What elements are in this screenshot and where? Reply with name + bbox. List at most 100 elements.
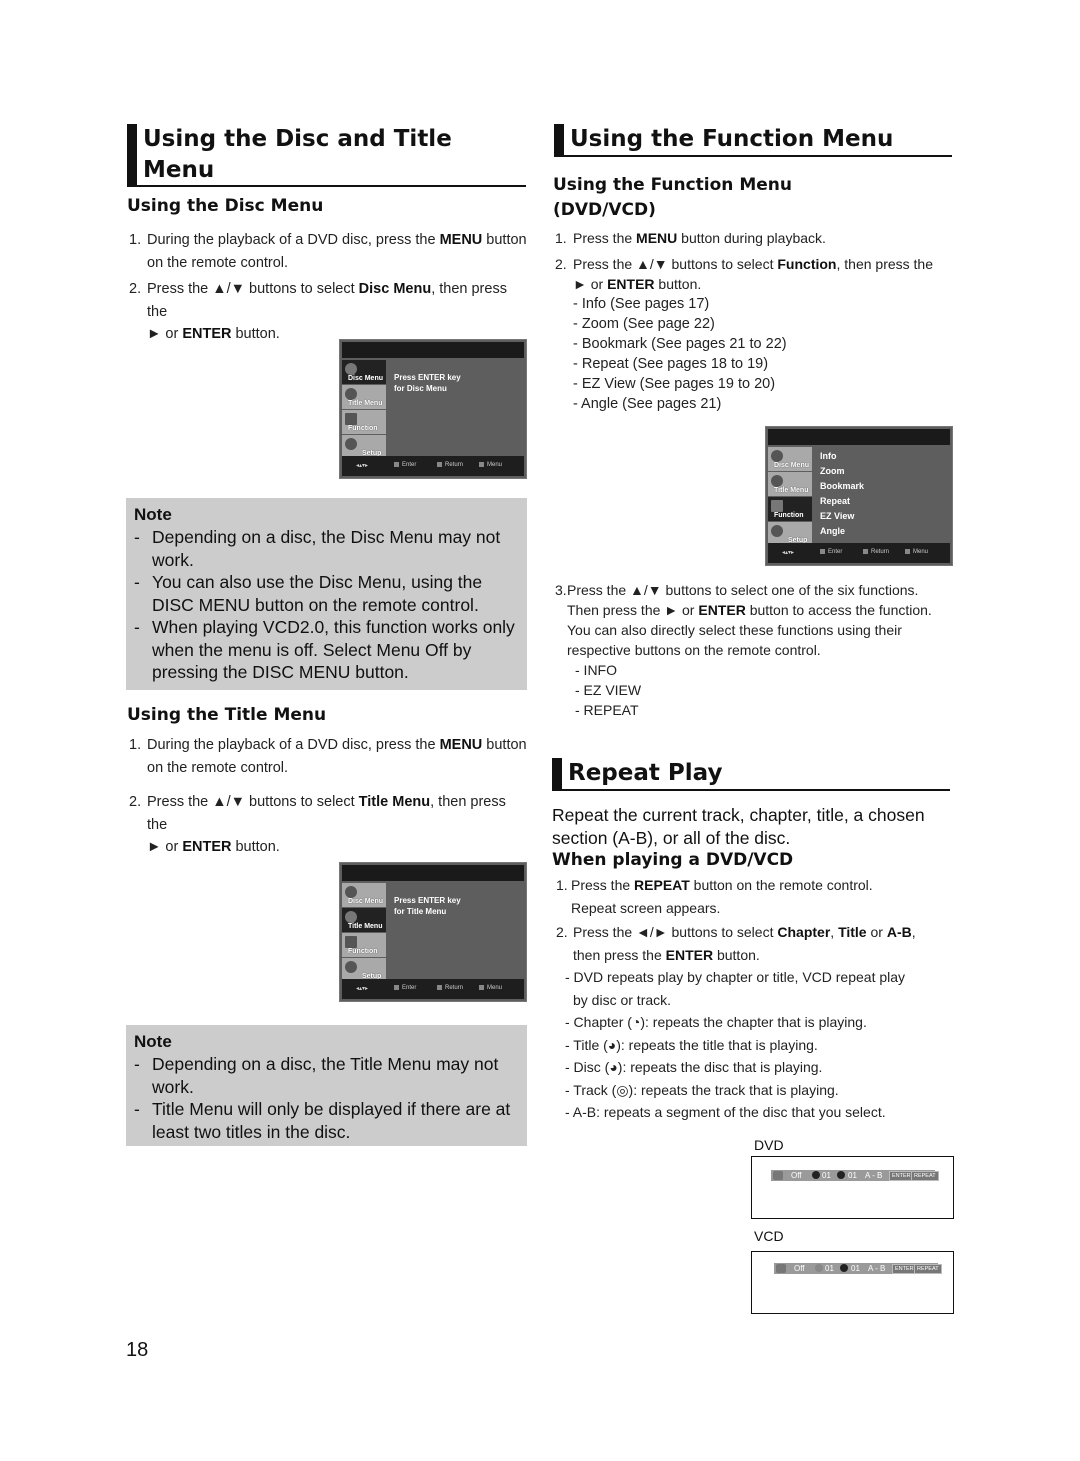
- footer-return: Return: [863, 549, 889, 555]
- osd-title-menu-screen: Disc Menu Title Menu Function Setup Pres…: [339, 862, 527, 1002]
- osd-function-list: Info Zoom Bookmark Repeat EZ View Angle: [820, 449, 864, 539]
- bullet-item: - DVD repeats play by chapter or title, …: [565, 969, 906, 985]
- osd-tab-title-menu[interactable]: Title Menu: [342, 908, 386, 932]
- osd-message-line: Press ENTER key: [394, 896, 461, 905]
- osd-tab-disc-menu[interactable]: Disc Menu: [342, 883, 386, 907]
- title-line-1: Using the Disc and Title: [143, 126, 452, 152]
- footer-label: Return: [871, 549, 890, 556]
- osd-item-ez-view[interactable]: EZ View: [820, 509, 864, 524]
- gear-icon: [345, 961, 357, 973]
- heading-bar: [554, 124, 564, 155]
- step-number: 1.: [555, 230, 567, 246]
- dvd-label: DVD: [754, 1137, 784, 1153]
- note-disc-menu: Note - Depending on a disc, the Disc Menu…: [126, 498, 527, 690]
- repeat-button[interactable]: REPEAT: [911, 1171, 939, 1181]
- step-text: or: [866, 924, 887, 940]
- osd-item-angle[interactable]: Angle: [820, 524, 864, 539]
- tab-label: Disc Menu: [774, 462, 810, 469]
- function-list-item: - Bookmark (See pages 21 to 22): [573, 335, 787, 352]
- osd-tab-function[interactable]: Function: [342, 410, 386, 434]
- repeat-chapter-option[interactable]: 01: [822, 1170, 831, 1181]
- step-text: ,: [911, 924, 916, 940]
- step-text: During the playback of a DVD disc, press…: [147, 232, 440, 248]
- osd-function-menu-screen: Disc Menu Title Menu Function Setup Info…: [765, 426, 953, 566]
- enter-button[interactable]: ENTER: [892, 1264, 917, 1274]
- footer-enter: Enter: [394, 462, 416, 468]
- enter-button[interactable]: ENTER: [889, 1171, 914, 1181]
- repeat-a-b-option[interactable]: A - B: [865, 1170, 882, 1181]
- nav-arrows-icon: ◂▴▾▸: [356, 986, 369, 992]
- repeat-a-b-option[interactable]: A - B: [868, 1263, 885, 1274]
- direct-button-item: - INFO: [575, 662, 617, 678]
- step-text: Then press the ► or: [567, 602, 699, 618]
- osd-tab-function[interactable]: Function: [768, 497, 812, 521]
- footer-return: Return: [437, 985, 463, 991]
- osd-tab-disc-menu[interactable]: Disc Menu: [342, 360, 386, 384]
- note-text: Title Menu will only be displayed if the…: [152, 1099, 511, 1142]
- footer-label: Menu: [487, 462, 503, 469]
- step-bold: ENTER: [607, 275, 655, 292]
- dvd-repeat-bar: Off 01 01 A - B ENTER REPEAT: [771, 1170, 939, 1181]
- step-bold: Title: [838, 924, 867, 940]
- heading-bar: [127, 124, 137, 185]
- vcd-repeat-screen: Off 01 01 A - B ENTER REPEAT: [751, 1251, 954, 1314]
- title-menu-steps: 1. During the playback of a DVD disc, pr…: [129, 734, 529, 859]
- disc-icon: [840, 1264, 848, 1272]
- step-1: 1. Press the REPEAT button on the remote…: [556, 874, 956, 919]
- repeat-track-option[interactable]: 01: [825, 1263, 834, 1274]
- step-number: 1.: [129, 232, 142, 248]
- repeat-off-option[interactable]: Off: [794, 1263, 805, 1274]
- title-icon: [345, 911, 357, 923]
- repeat-button[interactable]: REPEAT: [914, 1264, 942, 1274]
- note-item: - Depending on a disc, the Title Menu may…: [134, 1054, 499, 1097]
- osd-message-line: for Disc Menu: [394, 384, 447, 393]
- note-item: - When playing VCD2.0, this function work…: [134, 617, 515, 682]
- repeat-bullets: - DVD repeats play by chapter or title, …: [556, 966, 956, 1124]
- osd-message: Press ENTER key for Disc Menu: [394, 372, 461, 394]
- osd-tab-disc-menu[interactable]: Disc Menu: [768, 447, 812, 471]
- bullet-item: by disc or track.: [573, 991, 672, 1008]
- osd-sidebar: Disc Menu Title Menu Function Setup: [342, 360, 386, 460]
- step-bold: MENU: [439, 232, 483, 248]
- osd-footer: ◂▴▾▸ Enter Return Menu: [342, 456, 524, 476]
- osd-tab-title-menu[interactable]: Title Menu: [342, 385, 386, 409]
- bullet-chapter: - Chapter (◔): repeats the chapter that …: [565, 1014, 867, 1030]
- footer-label: Enter: [402, 985, 417, 992]
- heading-title-menu: Using the Title Menu: [127, 705, 327, 725]
- step-text: ► or: [147, 839, 183, 855]
- step-text: button: [482, 232, 527, 248]
- osd-disc-menu-screen: Disc Menu Title Menu Function Setup Pres…: [339, 339, 527, 479]
- note-title-menu: Note - Depending on a disc, the Title Men…: [126, 1025, 527, 1146]
- osd-item-bookmark[interactable]: Bookmark: [820, 479, 864, 494]
- footer-label: Menu: [913, 549, 929, 556]
- repeat-off-option[interactable]: Off: [791, 1170, 802, 1181]
- osd-footer: ◂▴▾▸ Enter Return Menu: [342, 979, 524, 999]
- function-icon: [771, 500, 783, 512]
- step-text: During the playback of a DVD disc, press…: [147, 737, 440, 753]
- repeat-title-option[interactable]: 01: [848, 1170, 857, 1181]
- step-bold: Chapter: [777, 924, 831, 940]
- osd-item-repeat[interactable]: Repeat: [820, 494, 864, 509]
- step-text: button on the remote control.: [689, 877, 873, 893]
- footer-label: Enter: [402, 462, 417, 469]
- step-bold: ENTER: [665, 946, 714, 963]
- step-number: 3.: [555, 582, 567, 598]
- disc-icon: [345, 363, 357, 375]
- subheading-line: Using the Function Menu: [553, 175, 792, 195]
- step-2: 2. Press the ▲/▼ buttons to select Disc …: [129, 278, 529, 346]
- disc-icon: [771, 450, 783, 462]
- heading-function-menu-dvd-vcd: Using the Function Menu (DVD/VCD): [553, 173, 792, 223]
- step-bold: MENU: [636, 230, 678, 246]
- note-item: - You can also use the Disc Menu, using t…: [134, 572, 483, 615]
- step-3: 3. Press the ▲/▼ buttons to select one o…: [555, 580, 955, 720]
- osd-tab-function[interactable]: Function: [342, 933, 386, 957]
- osd-tab-title-menu[interactable]: Title Menu: [768, 472, 812, 496]
- step-text: button.: [231, 326, 280, 342]
- osd-item-info[interactable]: Info: [820, 449, 864, 464]
- repeat-disc-option[interactable]: 01: [851, 1263, 860, 1274]
- step-number: 2.: [556, 924, 568, 940]
- step-bold: REPEAT: [634, 877, 690, 893]
- osd-item-zoom[interactable]: Zoom: [820, 464, 864, 479]
- step-number: 2.: [129, 794, 142, 810]
- osd-top-bar: [342, 865, 524, 881]
